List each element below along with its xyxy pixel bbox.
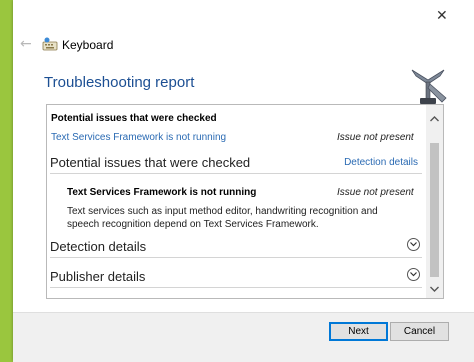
scroll-down-icon[interactable] — [429, 284, 440, 294]
section-potential-issues: Potential issues that were checked Detec… — [50, 151, 422, 174]
summary-heading: Potential issues that were checked — [51, 113, 217, 124]
chevron-down-icon[interactable] — [407, 268, 420, 281]
section-publisher-details[interactable]: Publisher details — [50, 265, 422, 288]
troubleshooter-tools-icon — [411, 69, 447, 104]
title-bar: ✕ — [13, 0, 474, 30]
scrollbar-thumb[interactable] — [430, 143, 439, 277]
issue-title: Text Services Framework is not running — [67, 187, 257, 198]
section-publisher-details-label: Publisher details — [50, 269, 146, 284]
section-potential-issues-label: Potential issues that were checked — [50, 155, 251, 170]
wizard-name: Keyboard — [62, 38, 114, 52]
report-panel: Potential issues that were checked Text … — [46, 104, 444, 299]
back-arrow-icon[interactable]: ← — [20, 36, 32, 52]
page-title: Troubleshooting report — [44, 74, 195, 91]
cancel-button[interactable]: Cancel — [390, 322, 449, 341]
scroll-up-icon[interactable] — [429, 114, 440, 124]
section-detection-details-label: Detection details — [50, 239, 147, 254]
detection-details-link[interactable]: Detection details — [344, 157, 418, 168]
summary-status: Issue not present — [337, 132, 414, 143]
button-footer: Next Cancel — [13, 312, 474, 362]
troubleshooter-window: ✕ ← Keyboard Troubleshooting report Pote… — [13, 0, 474, 362]
summary-issue-link[interactable]: Text Services Framework is not running — [51, 132, 226, 143]
close-icon[interactable]: ✕ — [436, 9, 448, 23]
chevron-down-icon[interactable] — [407, 238, 420, 251]
navigation-bar: ← Keyboard — [13, 30, 474, 60]
section-detection-details[interactable]: Detection details — [50, 235, 422, 258]
next-button[interactable]: Next — [329, 322, 388, 341]
keyboard-icon — [42, 37, 58, 51]
issue-description: Text services such as input method edito… — [67, 206, 378, 230]
issue-status: Issue not present — [337, 187, 414, 198]
vertical-scrollbar[interactable] — [426, 105, 443, 298]
